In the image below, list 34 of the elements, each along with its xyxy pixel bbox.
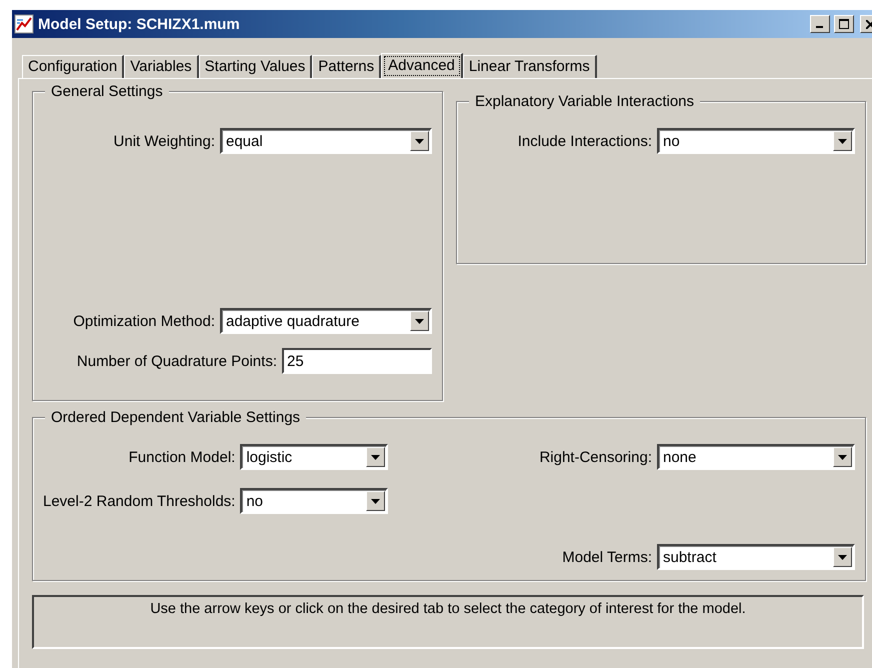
tab[interactable]: Patterns xyxy=(312,55,382,78)
window-title: Model Setup: SCHIZX1.mum xyxy=(38,16,241,32)
tab[interactable]: Variables xyxy=(124,55,199,78)
dropdown-value: no xyxy=(245,492,264,510)
field-label: Number of Quadrature Points: xyxy=(76,352,277,370)
dropdown-value: logistic xyxy=(245,448,294,466)
field-label: Optimization Method: xyxy=(73,312,215,330)
tab[interactable]: Advanced xyxy=(381,53,463,79)
input-field[interactable]: 25 xyxy=(282,348,432,374)
dropdown-value: adaptive quadrature xyxy=(225,312,360,330)
field-label: Include Interactions: xyxy=(518,132,652,150)
field-label: Unit Weighting: xyxy=(114,132,215,150)
tab[interactable]: Configuration xyxy=(22,55,124,78)
tab[interactable]: Linear Transforms xyxy=(462,55,597,78)
field-label: Right-Censoring: xyxy=(539,448,652,466)
dropdown[interactable]: no xyxy=(240,488,388,514)
tab[interactable]: Starting Values xyxy=(198,55,312,78)
field-label: Model Terms: xyxy=(562,548,652,566)
dropdown[interactable]: subtract xyxy=(657,544,855,570)
dropdown-value: no xyxy=(662,132,681,150)
hint-text: Use the arrow keys or click on the desired tab to select the category of interest for the model. xyxy=(32,595,864,649)
group-title: General Settings xyxy=(45,83,169,100)
dropdown-value: none xyxy=(662,448,698,466)
dropdown-value: equal xyxy=(225,132,264,150)
dropdown[interactable]: logistic xyxy=(240,444,388,470)
dropdown[interactable]: adaptive quadrature xyxy=(220,308,432,334)
group-title: Explanatory Variable Interactions xyxy=(469,93,700,110)
field-label: Level-2 Random Thresholds: xyxy=(43,492,236,510)
dropdown[interactable]: equal xyxy=(220,128,432,154)
dropdown[interactable]: none xyxy=(657,444,855,470)
group-title: Ordered Dependent Variable Settings xyxy=(45,409,306,426)
dropdown-value: subtract xyxy=(662,548,718,566)
field-label: Function Model: xyxy=(128,448,236,466)
dropdown[interactable]: no xyxy=(657,128,855,154)
